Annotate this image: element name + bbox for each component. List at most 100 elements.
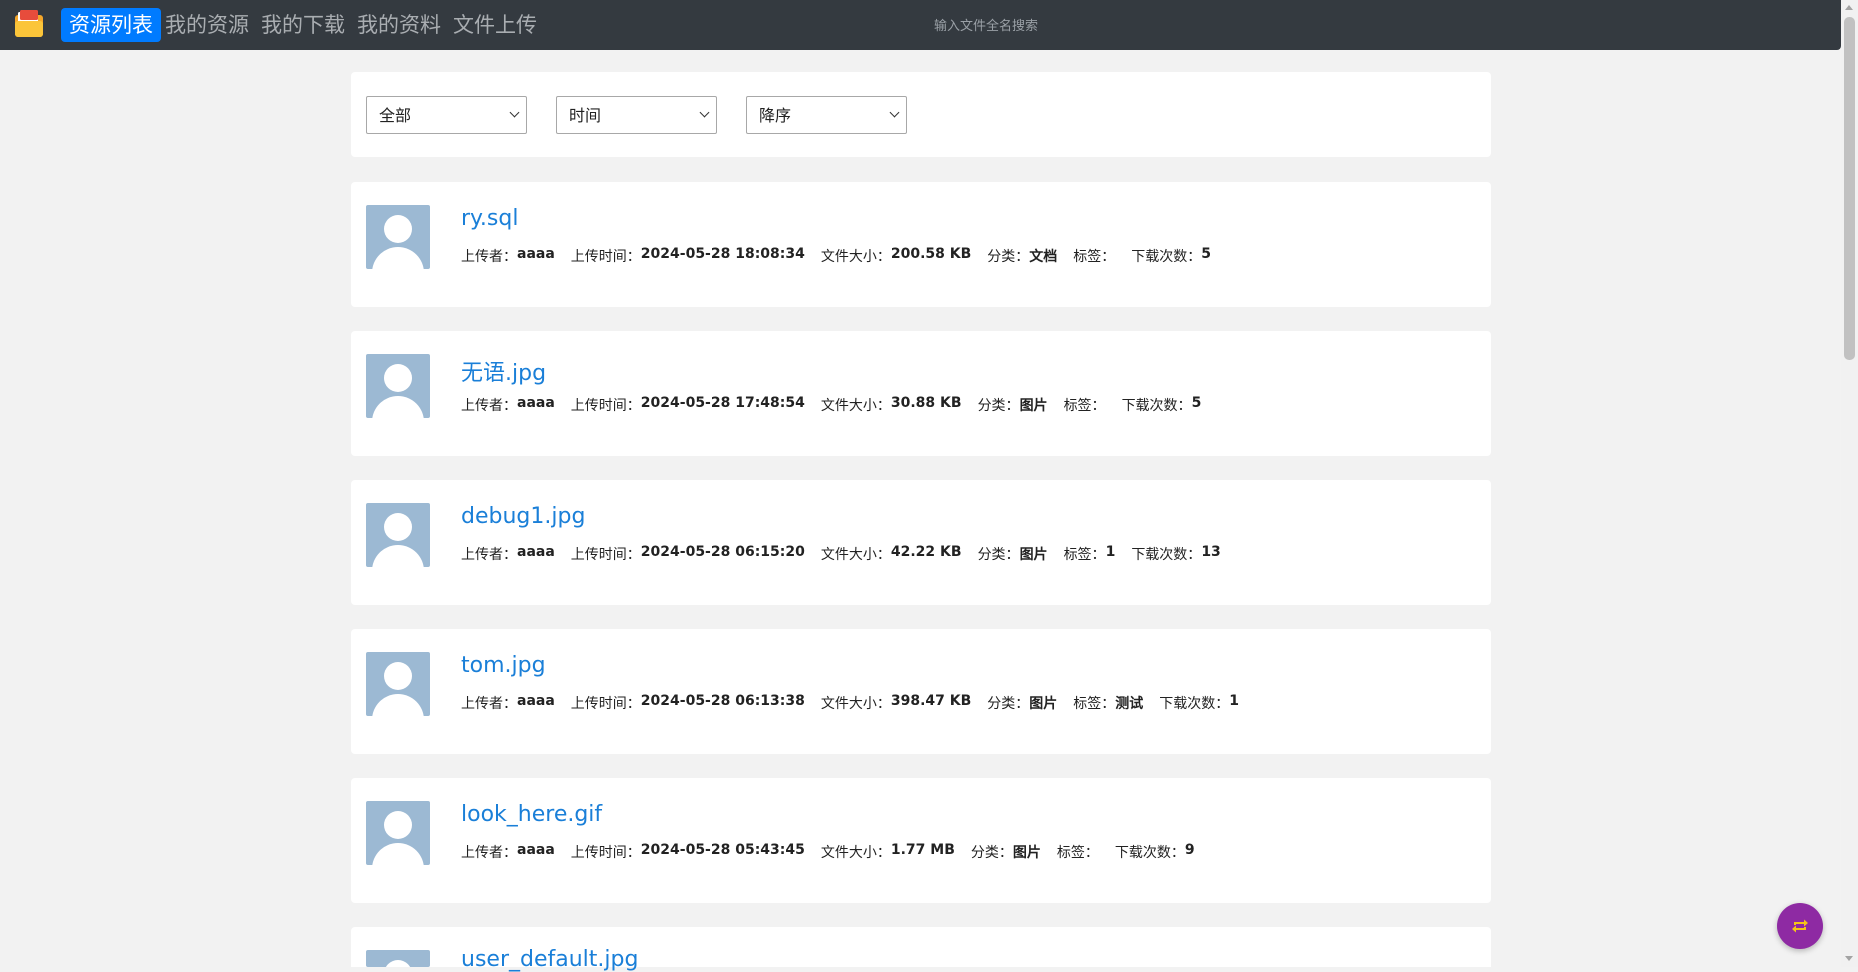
download-count-label: 下载次数： xyxy=(1131,249,1202,265)
download-count-value: 5 xyxy=(1201,246,1212,262)
nav-resource-list[interactable]: 资源列表 xyxy=(61,8,161,42)
resource-name-link[interactable]: user_default.jpg xyxy=(461,947,638,972)
file-size-value: 1.77 MB xyxy=(890,842,955,858)
uploader-label: 上传者： xyxy=(461,845,517,861)
upload-time-label: 上传时间： xyxy=(570,249,641,265)
page-scrollbar[interactable] xyxy=(1841,0,1858,967)
resource-card: tom.jpg 上传者： aaaa 上传时间： 2024-05-28 06:13:3… xyxy=(351,629,1491,754)
resource-name-link[interactable]: look_here.gif xyxy=(461,802,602,827)
avatar-placeholder-icon xyxy=(366,950,430,967)
refresh-fab-button[interactable] xyxy=(1777,903,1823,949)
category-value: 图片 xyxy=(1029,696,1058,712)
file-size-label: 文件大小： xyxy=(820,249,891,265)
resource-card: 无语.jpg 上传者： aaaa 上传时间： 2024-05-28 17:48:54… xyxy=(351,331,1491,456)
resource-name-link[interactable]: debug1.jpg xyxy=(461,504,585,529)
order-select-wrap: 降序 xyxy=(746,96,907,134)
uploader-label: 上传者： xyxy=(461,249,517,265)
tags-label: 标签： xyxy=(1063,547,1106,563)
avatar-placeholder-icon xyxy=(366,354,430,418)
category-label: 分类： xyxy=(977,398,1020,414)
tags-label: 标签： xyxy=(1073,696,1116,712)
avatar-placeholder-icon xyxy=(366,205,430,269)
category-label: 分类： xyxy=(987,696,1030,712)
resource-meta: 上传者： aaaa 上传时间： 2024-05-28 06:15:20 文件大小： 4… xyxy=(461,544,1237,564)
tags-value: 测试 xyxy=(1115,696,1144,712)
file-size-label: 文件大小： xyxy=(820,398,891,414)
folder-logo-icon[interactable] xyxy=(13,9,45,40)
avatar-placeholder-icon xyxy=(366,503,430,567)
tags-label: 标签： xyxy=(1063,398,1106,414)
scroll-up-arrow-icon[interactable] xyxy=(1845,5,1853,10)
category-select[interactable]: 全部 xyxy=(366,96,527,134)
resource-card: look_here.gif 上传者： aaaa 上传时间： 2024-05-28 0… xyxy=(351,778,1491,903)
file-size-label: 文件大小： xyxy=(820,696,891,712)
upload-time-value: 2024-05-28 06:15:20 xyxy=(640,544,805,560)
scroll-thumb[interactable] xyxy=(1844,17,1855,360)
uploader-value: aaaa xyxy=(517,395,555,411)
upload-time-label: 上传时间： xyxy=(570,398,641,414)
resource-meta: 上传者： aaaa 上传时间： 2024-05-28 06:13:38 文件大小： 3… xyxy=(461,693,1255,713)
repeat-icon xyxy=(1792,919,1808,933)
uploader-value: aaaa xyxy=(517,544,555,560)
download-count-label: 下载次数： xyxy=(1159,696,1230,712)
download-count-value: 1 xyxy=(1229,693,1240,709)
nav-my-profile[interactable]: 我的资料 xyxy=(349,8,449,42)
download-count-value: 9 xyxy=(1184,842,1195,858)
category-value: 图片 xyxy=(1012,845,1041,861)
scroll-down-arrow-icon[interactable] xyxy=(1845,956,1853,961)
resource-card: debug1.jpg 上传者： aaaa 上传时间： 2024-05-28 06:1… xyxy=(351,480,1491,605)
file-size-value: 42.22 KB xyxy=(890,544,962,560)
file-size-label: 文件大小： xyxy=(820,845,891,861)
category-value: 文档 xyxy=(1029,249,1058,265)
uploader-label: 上传者： xyxy=(461,696,517,712)
sort-by-select[interactable]: 时间 xyxy=(556,96,717,134)
resource-name-link[interactable]: ry.sql xyxy=(461,206,518,231)
uploader-value: aaaa xyxy=(517,693,555,709)
download-count-value: 13 xyxy=(1201,544,1221,560)
category-select-wrap: 全部 xyxy=(366,96,527,134)
uploader-label: 上传者： xyxy=(461,398,517,414)
category-label: 分类： xyxy=(987,249,1030,265)
upload-time-label: 上传时间： xyxy=(570,547,641,563)
category-value: 图片 xyxy=(1019,547,1048,563)
upload-time-value: 2024-05-28 05:43:45 xyxy=(640,842,805,858)
category-label: 分类： xyxy=(970,845,1013,861)
tags-label: 标签： xyxy=(1073,249,1116,265)
filter-panel: 全部 时间 降序 xyxy=(351,72,1491,157)
download-count-label: 下载次数： xyxy=(1121,398,1192,414)
sort-by-select-wrap: 时间 xyxy=(556,96,717,134)
search-input[interactable] xyxy=(880,12,1092,40)
upload-time-value: 2024-05-28 17:48:54 xyxy=(640,395,805,411)
avatar-placeholder-icon xyxy=(366,801,430,865)
resource-meta: 上传者： aaaa 上传时间： 2024-05-28 18:08:34 文件大小： 2… xyxy=(461,246,1227,266)
resource-meta: 上传者： aaaa 上传时间： 2024-05-28 17:48:54 文件大小： 3… xyxy=(461,395,1217,415)
top-navbar: 资源列表 我的资源 我的下载 我的资料 文件上传 xyxy=(0,0,1841,50)
resource-name-link[interactable]: 无语.jpg xyxy=(461,355,546,387)
avatar-placeholder-icon xyxy=(366,652,430,716)
upload-time-value: 2024-05-28 06:13:38 xyxy=(640,693,805,709)
nav-my-resources[interactable]: 我的资源 xyxy=(157,8,257,42)
resource-card: user_default.jpg xyxy=(351,927,1491,972)
download-count-value: 5 xyxy=(1191,395,1202,411)
file-size-value: 398.47 KB xyxy=(890,693,972,709)
tags-label: 标签： xyxy=(1056,845,1099,861)
upload-time-label: 上传时间： xyxy=(570,845,641,861)
upload-time-value: 2024-05-28 18:08:34 xyxy=(640,246,805,262)
file-size-label: 文件大小： xyxy=(820,547,891,563)
uploader-value: aaaa xyxy=(517,842,555,858)
download-count-label: 下载次数： xyxy=(1114,845,1185,861)
file-size-value: 30.88 KB xyxy=(890,395,962,411)
nav-my-downloads[interactable]: 我的下载 xyxy=(253,8,353,42)
uploader-value: aaaa xyxy=(517,246,555,262)
category-label: 分类： xyxy=(977,547,1020,563)
resource-name-link[interactable]: tom.jpg xyxy=(461,653,546,678)
order-select[interactable]: 降序 xyxy=(746,96,907,134)
resource-meta: 上传者： aaaa 上传时间： 2024-05-28 05:43:45 文件大小： 1… xyxy=(461,842,1211,862)
category-value: 图片 xyxy=(1019,398,1048,414)
nav-file-upload[interactable]: 文件上传 xyxy=(445,8,545,42)
uploader-label: 上传者： xyxy=(461,547,517,563)
upload-time-label: 上传时间： xyxy=(570,696,641,712)
tags-value: 1 xyxy=(1105,544,1116,560)
resource-card: ry.sql 上传者： aaaa 上传时间： 2024-05-28 18:08:34… xyxy=(351,182,1491,307)
download-count-label: 下载次数： xyxy=(1131,547,1202,563)
